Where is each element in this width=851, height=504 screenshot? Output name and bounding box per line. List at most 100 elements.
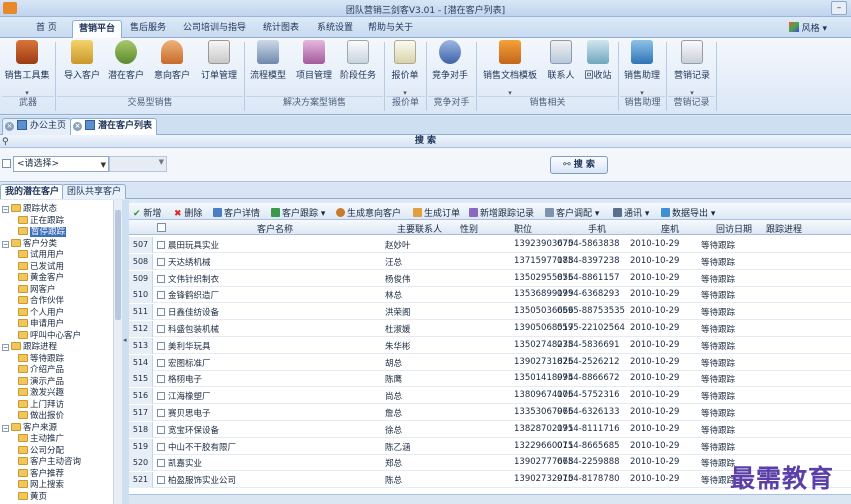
tree-item[interactable]: 暂停跟踪 [18,227,67,238]
tree-item[interactable]: 申请用户 [18,319,64,330]
row-checkbox[interactable] [157,459,165,468]
stage-tasks-button[interactable]: 阶段任务 [338,40,378,81]
select-all-checkbox[interactable] [157,223,166,232]
intended-customers-button[interactable]: 意向客户 [152,40,192,81]
tree-item[interactable]: 个人用户 [18,307,64,319]
row-checkbox[interactable] [157,257,165,266]
table-row[interactable]: 517 赛贝思电子 詹总 13353067966 0754-6326133 2010-10… [129,405,851,421]
filter-field-select[interactable]: <请选择> ▼ [13,156,109,172]
collapse-toggle-icon[interactable]: − [2,424,9,432]
add-button[interactable]: ✔ 新增 [133,206,161,219]
generate-order-button[interactable]: 生成订单 [413,206,460,219]
col-mobile[interactable]: 手机 [588,222,606,235]
tree-item[interactable]: 演示产品 [18,376,64,388]
filter-value-select[interactable]: ▼ [109,156,167,172]
collapse-arrow-icon[interactable]: ◂ [123,336,127,344]
row-checkbox[interactable] [157,358,165,367]
minimize-button[interactable]: – [831,1,847,15]
tree-item[interactable]: 网客户 [18,284,56,296]
tab-team-shared-customers[interactable]: 团队共享客户 [62,184,127,199]
marketing-records-button[interactable]: 营销记录 ▾ [672,40,712,97]
tree-item[interactable]: 客户推荐 [18,468,64,480]
table-row[interactable]: 511 日鑫佳纺设备 洪荣阁 13505036666 0595-88753535 2010… [129,304,851,321]
tree-item[interactable]: 上门拜访 [18,399,64,411]
tab-help[interactable]: 帮助与关于 [362,20,419,38]
col-follow-progress[interactable]: 跟踪进程 [766,222,802,235]
customer-follow-button[interactable]: 客户跟踪 ▾ [271,206,325,219]
tab-marketing-platform[interactable]: 营销平台 [72,20,123,38]
tab-potential-customer-list[interactable]: × 潜在客户列表 [70,118,158,135]
table-row[interactable]: 508 天达绣机械 汪总 13715977188 0754-8397238 2010-10… [129,253,851,270]
close-icon[interactable]: × [73,122,82,131]
delete-button[interactable]: ✖ 删除 [174,206,202,219]
search-button[interactable]: ⚯ 搜 索 [550,156,608,174]
row-checkbox[interactable] [157,375,165,384]
table-row[interactable]: 516 江海橡塑厂 尚总 13809674106 0754-5752316 2010-10… [129,388,851,405]
tree-item[interactable]: 做出报价 [18,411,64,422]
customer-allocation-button[interactable]: 客户调配 ▾ [545,206,599,219]
tree-item[interactable]: 激发兴趣 [18,388,64,399]
tab-after-sales[interactable]: 售后服务 [124,20,172,38]
row-checkbox[interactable] [157,341,165,350]
collapse-toggle-icon[interactable]: − [2,206,9,213]
filter-checkbox[interactable] [2,159,11,168]
tree-item[interactable]: 呼叫中心客户 [18,330,81,342]
contacts-button[interactable]: 联系人 [544,40,578,81]
table-row[interactable]: 514 宏图标准厂 胡总 13902731826 0754-2526212 2010-10… [129,354,851,371]
tree-group[interactable]: − 客户分类 [2,238,57,250]
table-row[interactable]: 518 宽宝环保设备 徐总 13828702191 0754-8111716 2010-1… [129,421,851,438]
row-checkbox[interactable] [157,325,165,333]
col-gender[interactable]: 性别 [460,222,478,235]
row-checkbox[interactable] [157,409,165,417]
col-visit-date[interactable]: 回访日期 [716,222,752,235]
col-position[interactable]: 职位 [514,222,532,235]
tree-item[interactable]: 正在跟踪 [18,215,64,227]
project-management-button[interactable]: 项目管理 [294,40,334,81]
table-row[interactable]: 513 美利华玩具 朱华彬 13502748238 0754-5836691 2010-1… [129,337,851,354]
tree-item[interactable]: 公司分配 [18,445,64,457]
table-row[interactable]: 509 文伟针织制衣 杨俊伟 13502955856 0754-8861157 2010-… [129,270,851,287]
order-management-button[interactable]: 订单管理 [198,40,240,81]
sales-assistant-button[interactable]: 销售助理 ▾ [622,40,662,97]
tree-item[interactable]: 主动推广 [18,434,64,445]
tree-item[interactable]: 等待跟踪 [18,353,64,365]
row-checkbox[interactable] [157,442,165,451]
tree-item[interactable]: 介绍产品 [18,365,64,376]
sales-tools-button[interactable]: 销售工具集 ▾ [4,40,50,97]
row-checkbox[interactable] [157,241,165,249]
row-checkbox[interactable] [157,425,165,434]
tree-group[interactable]: − 跟踪状态 [2,204,57,215]
table-row[interactable]: 515 格栩电子 陈鹰 13501418994 0754-8866672 2010-10-… [129,371,851,388]
tree-item[interactable]: 客户主动咨询 [18,457,81,468]
tab-training[interactable]: 公司培训与指导 [177,20,252,38]
tree-item[interactable]: 合作伙伴 [18,296,64,307]
tab-my-potential-customers[interactable]: 我的潜在客户 [0,184,65,199]
panel-splitter[interactable]: ◂ [122,200,129,504]
collapse-toggle-icon[interactable]: − [2,344,9,351]
col-customer-name[interactable]: 客户名称 [257,222,293,235]
table-row[interactable]: 507 晨田玩具实业 赵妙叶 13923903670 0754-5863838 2010-… [129,237,851,253]
tree-scrollbar[interactable] [113,200,122,504]
tab-settings[interactable]: 系统设置 [311,20,359,38]
competitors-button[interactable]: 竞争对手 [430,40,470,81]
potential-customers-button[interactable]: 潜在客户 [106,40,146,81]
row-checkbox[interactable] [157,291,165,300]
tree-group[interactable]: − 客户来源 [2,422,57,434]
col-landline[interactable]: 座机 [661,222,679,235]
tab-office-home[interactable]: × 办公主页 [2,118,72,135]
process-model-button[interactable]: 流程模型 [248,40,288,81]
recycle-bin-button[interactable]: 回收站 [582,40,614,81]
search-panel-header[interactable]: 搜 索 [0,135,851,148]
tab-home[interactable]: 首 页 [30,20,63,38]
tree-item[interactable]: 黄页 [18,491,47,503]
tree-group[interactable]: − 跟踪进程 [2,342,57,353]
table-row[interactable]: 510 金锋鹤织造厂 林总 13536899199 0754-6368293 2010-1… [129,287,851,304]
collapse-toggle-icon[interactable]: − [2,240,9,248]
communication-button[interactable]: 通讯 ▾ [613,206,649,219]
data-export-button[interactable]: 数据导出 ▾ [661,206,715,219]
col-contact[interactable]: 主要联系人 [397,222,442,235]
row-checkbox[interactable] [157,392,165,401]
table-row[interactable]: 512 科盛包装机械 杜淑媛 13905068517 0595-22102564 2010… [129,321,851,337]
generate-intended-customer-button[interactable]: 生成意向客户 [336,206,401,219]
close-icon[interactable]: × [5,122,14,131]
